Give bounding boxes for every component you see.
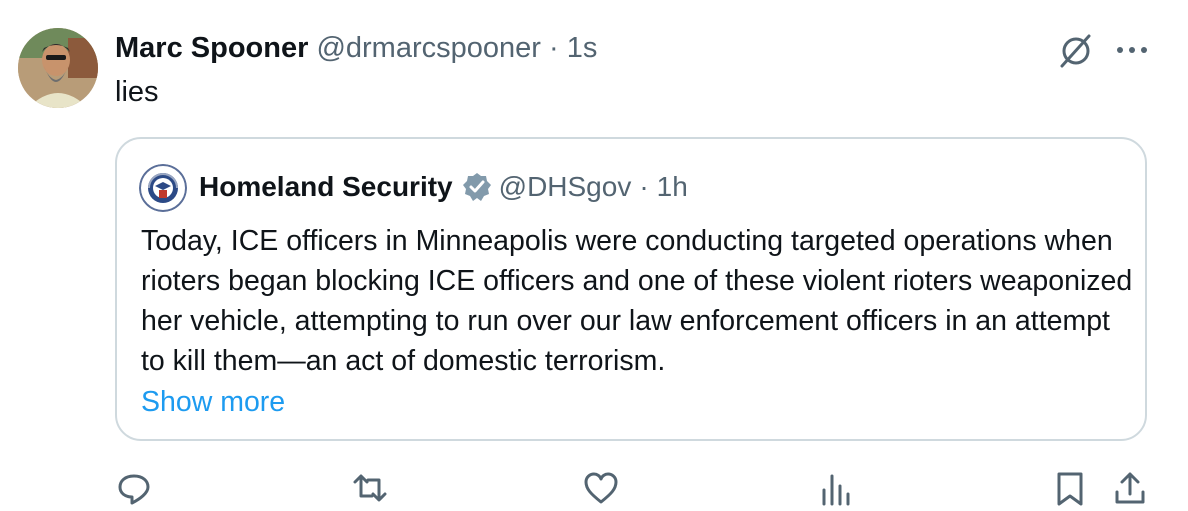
like-icon-graphic	[584, 472, 618, 504]
quoted-timestamp[interactable]: 1h	[657, 169, 688, 205]
verified-badge-graphic	[462, 173, 491, 201]
more-icon[interactable]	[1114, 40, 1150, 60]
quoted-header-separator: ·	[639, 171, 649, 202]
grok-icon[interactable]	[1056, 30, 1096, 70]
bookmark-icon[interactable]	[1052, 470, 1088, 506]
quoted-post-header: Homeland Security @DHSgov · 1h	[199, 169, 688, 205]
quoted-author-handle[interactable]: @DHSgov	[499, 169, 632, 205]
avatar-photo	[18, 28, 98, 108]
post-header: Marc Spooner @drmarcspooner · 1s	[115, 30, 597, 66]
avatar[interactable]	[18, 28, 98, 108]
repost-icon[interactable]	[352, 470, 388, 506]
action-bar	[0, 462, 1188, 506]
post-text: lies	[115, 76, 159, 108]
author-handle[interactable]: @drmarcspooner	[316, 32, 540, 64]
show-more-link[interactable]: Show more	[141, 382, 285, 422]
bookmark-icon-graphic	[1057, 472, 1083, 506]
author-name[interactable]: Marc Spooner	[115, 32, 308, 64]
views-icon-graphic	[822, 474, 850, 506]
dhs-seal-icon	[139, 164, 187, 212]
verified-badge-icon	[461, 171, 493, 203]
timestamp[interactable]: 1s	[567, 32, 598, 64]
quoted-post-text: Today, ICE officers in Minneapolis were …	[141, 225, 1133, 377]
reply-icon-graphic	[118, 474, 150, 505]
grok-icon-graphic	[1060, 34, 1091, 68]
repost-icon-graphic	[353, 474, 387, 502]
quoted-post[interactable]: Homeland Security @DHSgov · 1h Today, IC…	[115, 137, 1147, 441]
quoted-author-name[interactable]: Homeland Security	[199, 169, 453, 205]
more-icon-graphic	[1117, 47, 1147, 53]
like-icon[interactable]	[583, 470, 619, 506]
reply-icon[interactable]	[116, 470, 152, 506]
share-icon-graphic	[1115, 472, 1145, 504]
share-icon[interactable]	[1112, 470, 1148, 506]
dhs-seal-avatar[interactable]	[139, 164, 187, 212]
views-icon[interactable]	[818, 470, 854, 506]
header-separator: ·	[548, 32, 559, 64]
